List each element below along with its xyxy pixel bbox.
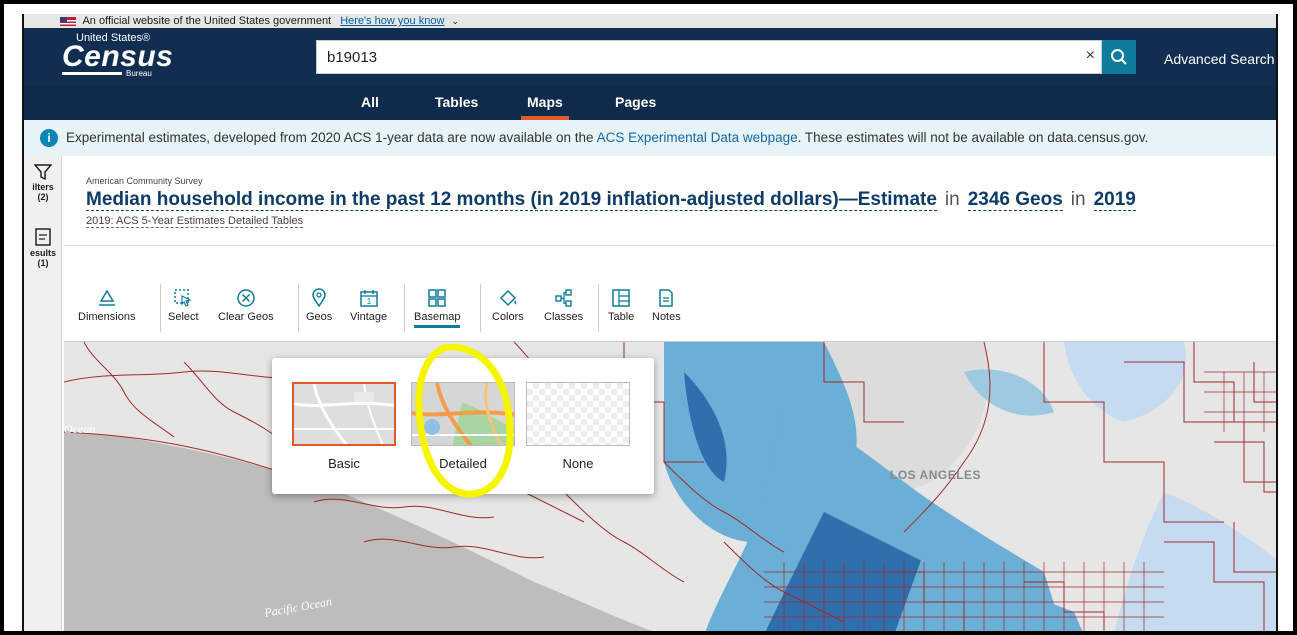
basemap-option-basic[interactable]: Basic: [292, 382, 396, 471]
title-row: Median household income in the past 12 m…: [86, 189, 1136, 211]
logo-bar: [62, 72, 122, 75]
toolbar-divider: [404, 284, 405, 332]
left-rail: ilters (2) esults (1): [24, 156, 62, 631]
basemap-label: Basemap: [414, 311, 461, 328]
classes-label: Classes: [544, 311, 584, 323]
geos-button[interactable]: Geos: [306, 288, 332, 323]
vintage-label: Vintage: [350, 311, 388, 323]
map-label-ocean: Ocean: [64, 422, 96, 436]
calendar-icon: 1: [359, 290, 378, 307]
results-count: (1): [37, 258, 49, 268]
title-in-2: in: [1070, 189, 1086, 210]
basemap-option-detailed[interactable]: Detailed: [411, 382, 515, 471]
dimensions-button[interactable]: Dimensions: [78, 288, 135, 323]
basemap-option-none[interactable]: None: [526, 382, 630, 471]
site-header: United States® Census Bureau × Advanced …: [24, 28, 1276, 86]
toolbar-divider: [160, 284, 161, 332]
heres-how-link[interactable]: Here's how you know: [340, 15, 444, 27]
info-banner: i Experimental estimates, developed from…: [24, 120, 1276, 156]
us-flag-icon: [60, 16, 76, 26]
table-title[interactable]: Median household income in the past 12 m…: [86, 189, 937, 211]
tab-pages[interactable]: Pages: [615, 94, 656, 110]
tab-all[interactable]: All: [361, 94, 379, 110]
notes-button[interactable]: Notes: [652, 288, 681, 323]
tab-maps[interactable]: Maps: [521, 94, 569, 120]
title-in-1: in: [944, 189, 960, 210]
results-button[interactable]: esults (1): [24, 228, 62, 268]
choropleth-map[interactable]: Ocean Pacific Ocean LOS ANGELES: [64, 342, 1278, 635]
chevron-down-icon[interactable]: ⌄: [451, 16, 459, 26]
filter-icon: [34, 164, 52, 180]
tab-tables[interactable]: Tables: [435, 94, 478, 110]
basemap-popup: Basic Detailed None: [272, 358, 654, 494]
geos-selector[interactable]: 2346 Geos: [967, 189, 1063, 211]
browser-viewport: An official website of the United States…: [22, 14, 1278, 635]
geos-label: Geos: [306, 311, 333, 323]
info-text-before: Experimental estimates, developed from 2…: [66, 130, 597, 145]
paint-bucket-icon: [499, 289, 517, 307]
map-pin-icon: [312, 288, 326, 308]
logo-bureau: Bureau: [126, 69, 152, 78]
notes-icon: [659, 289, 674, 307]
document-icon: [35, 228, 51, 246]
search-input[interactable]: [317, 41, 1037, 73]
basemap-detailed-thumbnail: [411, 382, 515, 446]
table-button[interactable]: Table: [608, 288, 634, 323]
gov-banner-text: An official website of the United States…: [82, 15, 332, 27]
map-label-los-angeles: LOS ANGELES: [890, 468, 982, 482]
gov-banner: An official website of the United States…: [24, 14, 1276, 28]
search-box: ×: [316, 40, 1102, 74]
table-title-area: American Community Survey Median househo…: [64, 156, 1276, 246]
basemap-none-thumbnail: [526, 382, 630, 446]
select-button[interactable]: Select: [168, 288, 199, 323]
result-tabs: All Tables Maps Pages: [24, 86, 1276, 120]
info-text-after: . These estimates will not be available …: [797, 130, 1149, 145]
basemap-button[interactable]: Basemap: [414, 288, 461, 328]
select-label: Select: [168, 311, 199, 323]
advanced-search-link[interactable]: Advanced Search: [1164, 51, 1275, 67]
toolbar-divider: [298, 284, 299, 332]
census-logo[interactable]: United States® Census Bureau: [62, 32, 173, 80]
map-toolbar: Dimensions Select Clear Geos Geos 1 Vint…: [64, 278, 1276, 342]
basemap-basic-label: Basic: [328, 456, 360, 471]
colors-button[interactable]: Colors: [492, 288, 524, 323]
colors-label: Colors: [492, 311, 524, 323]
info-icon: i: [40, 129, 58, 147]
table-icon: [612, 289, 630, 307]
search-icon: [1111, 49, 1127, 65]
basemap-none-label: None: [562, 456, 594, 471]
classes-icon: [554, 289, 572, 307]
filters-label: ilters: [32, 182, 54, 192]
classes-button[interactable]: Classes: [544, 288, 583, 323]
vintage-button[interactable]: 1 Vintage: [350, 288, 387, 323]
toolbar-divider: [480, 284, 481, 332]
vintage-icon-text: 1: [366, 297, 371, 306]
basemap-grid-icon: [428, 289, 446, 307]
acs-experimental-link[interactable]: ACS Experimental Data webpage: [597, 130, 798, 145]
clear-search-icon[interactable]: ×: [1086, 47, 1095, 65]
basemap-detailed-label: Detailed: [439, 456, 487, 471]
filters-button[interactable]: ilters (2): [24, 164, 62, 202]
dimensions-icon: [98, 289, 115, 306]
results-label: esults: [29, 248, 56, 258]
toolbar-divider: [598, 284, 599, 332]
filters-count: (2): [37, 192, 49, 202]
clear-circle-icon: [237, 289, 255, 307]
clear-geos-label: Clear Geos: [218, 311, 274, 323]
search-button[interactable]: [1102, 40, 1136, 74]
notes-label: Notes: [652, 311, 681, 323]
select-icon: [174, 289, 193, 307]
dimensions-label: Dimensions: [78, 311, 136, 323]
survey-name: American Community Survey: [86, 176, 203, 186]
clear-geos-button[interactable]: Clear Geos: [218, 288, 274, 323]
logo-census: Census: [62, 40, 174, 73]
map-canvas[interactable]: [64, 342, 1278, 635]
dataset-subtitle[interactable]: 2019: ACS 5-Year Estimates Detailed Tabl…: [86, 215, 304, 228]
basemap-basic-thumbnail: [292, 382, 396, 446]
year-selector[interactable]: 2019: [1093, 189, 1136, 211]
table-label: Table: [608, 311, 635, 323]
screenshot-frame: An official website of the United States…: [0, 0, 1297, 635]
